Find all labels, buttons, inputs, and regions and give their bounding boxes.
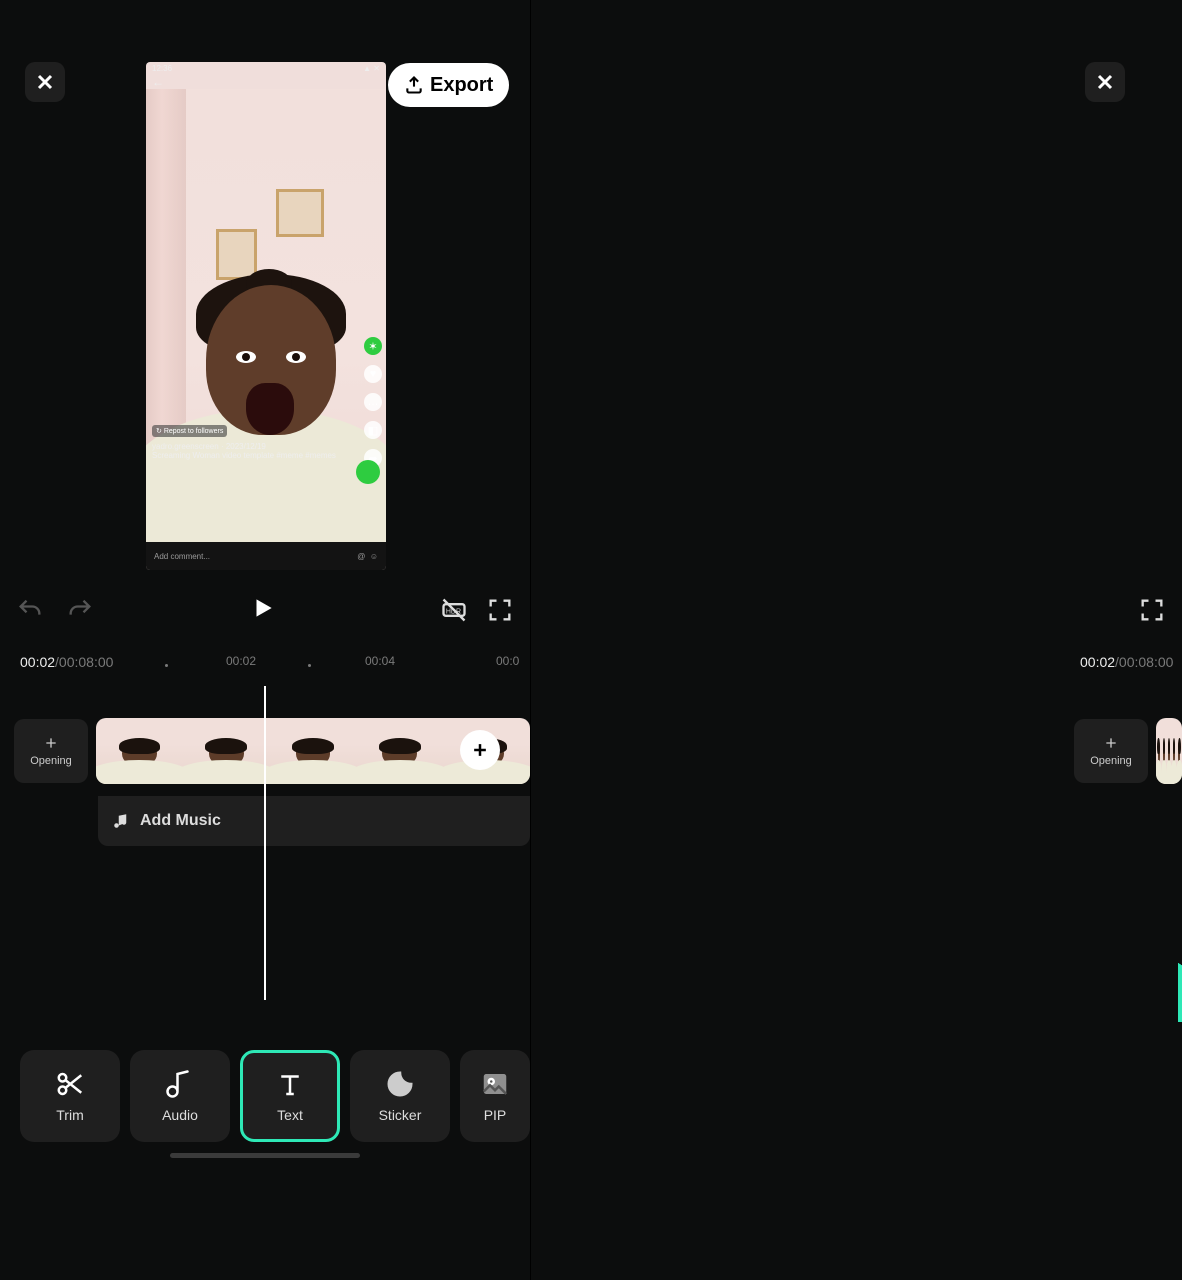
fullscreen-button[interactable] — [486, 596, 514, 624]
bookmark-icon: ◧ — [364, 421, 382, 439]
fullscreen-icon — [1138, 596, 1166, 624]
tool-pip[interactable]: PIP — [460, 1050, 530, 1142]
back-icon: ← — [146, 75, 386, 89]
ruler-mark: 00:04 — [365, 654, 395, 668]
fullscreen-button[interactable] — [1138, 596, 1166, 624]
export-icon — [404, 75, 424, 95]
opening-label: Opening — [1090, 755, 1132, 767]
export-label: Export — [430, 74, 493, 97]
tool-label: PIP — [484, 1107, 507, 1123]
svg-text:HDR: HDR — [446, 609, 461, 616]
ruler-dot — [308, 664, 311, 667]
add-opening-button[interactable]: Opening — [14, 719, 88, 783]
comment-placeholder: Add comment... — [154, 552, 210, 561]
play-button[interactable] — [250, 595, 276, 626]
tool-label: Trim — [56, 1107, 83, 1123]
add-opening-button[interactable]: Opening — [1074, 719, 1148, 783]
sticker-icon — [385, 1069, 415, 1099]
video-caption: yadro.greenscreen · 2023/12/19 Screaming… — [152, 442, 356, 461]
text-icon — [275, 1069, 305, 1099]
tool-sticker[interactable]: Sticker — [350, 1050, 450, 1142]
tool-label: Sticker — [379, 1107, 422, 1123]
close-icon — [37, 74, 53, 90]
tool-text[interactable]: Text — [240, 1050, 340, 1142]
ruler-mark: 00:02 — [226, 654, 256, 668]
tool-label: Text — [277, 1107, 303, 1123]
redo-icon — [66, 596, 94, 624]
repost-badge: ↻ Repost to followers — [152, 425, 227, 437]
hdr-off-icon: HDR — [440, 596, 468, 624]
tool-audio[interactable]: Audio — [130, 1050, 230, 1142]
tool-label: Audio — [162, 1107, 198, 1123]
export-button[interactable]: Export — [388, 63, 509, 107]
sound-avatar — [356, 460, 380, 484]
close-button[interactable] — [1085, 62, 1125, 102]
status-time: 12:36 — [152, 64, 172, 73]
music-icon — [112, 812, 130, 830]
ruler-dot — [165, 664, 168, 667]
video-preview[interactable]: 12:36 ▲ ✕ ← ✶ ♥ … ◧ ➦ ↻ Repost to follow… — [146, 62, 386, 570]
scissors-icon — [55, 1069, 85, 1099]
playhead[interactable] — [264, 686, 266, 1000]
tool-trim[interactable]: Trim — [20, 1050, 120, 1142]
add-music-button[interactable]: Add Music — [98, 796, 530, 846]
main-toolbar: Trim Audio Text Sticker PIP — [0, 1042, 530, 1150]
opening-label: Opening — [30, 755, 72, 767]
plus-icon — [470, 740, 490, 760]
annotation-arrow — [1178, 832, 1182, 1022]
video-clip[interactable] — [1156, 718, 1182, 784]
plus-icon — [1103, 735, 1119, 751]
close-button[interactable] — [25, 62, 65, 102]
toolbar-scroll-indicator — [170, 1153, 360, 1158]
timecode: 00:02/00:08:00 — [20, 654, 113, 670]
music-label: Add Music — [140, 812, 221, 830]
avatar-icon: ✶ — [364, 337, 382, 355]
fullscreen-icon — [486, 596, 514, 624]
plus-icon — [43, 735, 59, 751]
image-icon — [480, 1069, 510, 1099]
add-clip-button[interactable] — [460, 730, 500, 770]
status-icons: ▲ ✕ — [363, 64, 380, 73]
close-icon — [1097, 74, 1113, 90]
timecode: 00:02/00:08:00 — [1080, 654, 1173, 670]
undo-button[interactable] — [16, 596, 44, 624]
redo-button[interactable] — [66, 596, 94, 624]
undo-icon — [16, 596, 44, 624]
play-icon — [250, 595, 276, 621]
ruler-mark: 00:0 — [496, 654, 519, 668]
like-icon: ♥ — [364, 365, 382, 383]
note-icon — [165, 1069, 195, 1099]
status-bar: 12:36 ▲ ✕ — [146, 62, 386, 75]
comment-bar: Add comment... @ ☺ — [146, 542, 386, 570]
comment-icon: … — [364, 393, 382, 411]
hdr-button[interactable]: HDR — [440, 596, 468, 624]
